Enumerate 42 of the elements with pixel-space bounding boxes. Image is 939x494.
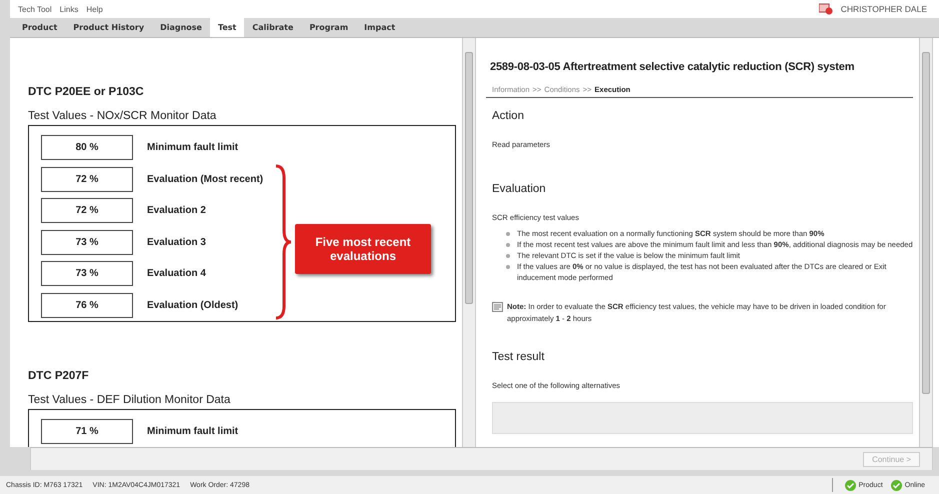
value-label: Evaluation 2	[147, 205, 206, 216]
value-cell: 72 %	[41, 166, 133, 192]
value-label: Evaluation 3	[147, 236, 206, 248]
bullet-icon	[506, 232, 510, 236]
value-label: Evaluation (Oldest)	[147, 300, 238, 311]
brace-icon	[273, 164, 293, 320]
section-heading: Action	[492, 110, 525, 122]
scrollbar[interactable]	[462, 38, 476, 447]
dtc-heading: DTC P20EE or P103C	[28, 86, 145, 98]
value-cell: 76 %	[41, 292, 133, 318]
tab[interactable]: Product History	[65, 18, 152, 37]
tab[interactable]: Product	[14, 18, 66, 37]
section-heading: Evaluation	[492, 183, 547, 195]
section-heading: Test result	[492, 351, 546, 363]
tab[interactable]: Calibrate	[244, 18, 302, 37]
tab[interactable]: Impact	[356, 18, 404, 37]
value-cell: 73 %	[41, 261, 133, 286]
menu-item[interactable]: Tech Tool	[18, 4, 52, 14]
menu-item[interactable]: Help	[86, 4, 103, 14]
bullet-icon	[506, 254, 510, 258]
value-label: Evaluation (Most recent)	[147, 174, 264, 185]
section-subheading: Test Values - NOx/SCR Monitor Data	[28, 110, 218, 122]
user-name: CHRISTOPHER DALE	[840, 4, 927, 14]
menu-item[interactable]: Links	[60, 4, 78, 14]
section-subheading: Test Values - DEF Dilution Monitor Data	[28, 394, 232, 406]
scrollbar[interactable]	[919, 38, 933, 447]
dtc-heading: DTC P207F	[28, 370, 90, 382]
bullet-icon	[506, 243, 510, 247]
value-label: Evaluation 4	[147, 268, 206, 280]
value-cell: 73 %	[41, 230, 133, 255]
bullet-icon	[506, 265, 510, 269]
tab[interactable]: Diagnose	[152, 18, 210, 37]
tab[interactable]: Test	[210, 18, 244, 37]
value-label: Minimum fault limit	[147, 142, 238, 154]
value-label: Minimum fault limit	[147, 426, 238, 438]
tab[interactable]: Program	[301, 18, 356, 37]
note-icon	[492, 302, 503, 312]
value-cell: 72 %	[41, 198, 133, 224]
value-cell: 71 %	[41, 419, 133, 444]
callout-box: Five most recent evaluations	[295, 224, 431, 274]
procedure-title: 2589-08-03-05 Aftertreatment selective catalytic reduction (SCR) system	[489, 60, 856, 75]
value-cell: 80 %	[41, 135, 133, 160]
